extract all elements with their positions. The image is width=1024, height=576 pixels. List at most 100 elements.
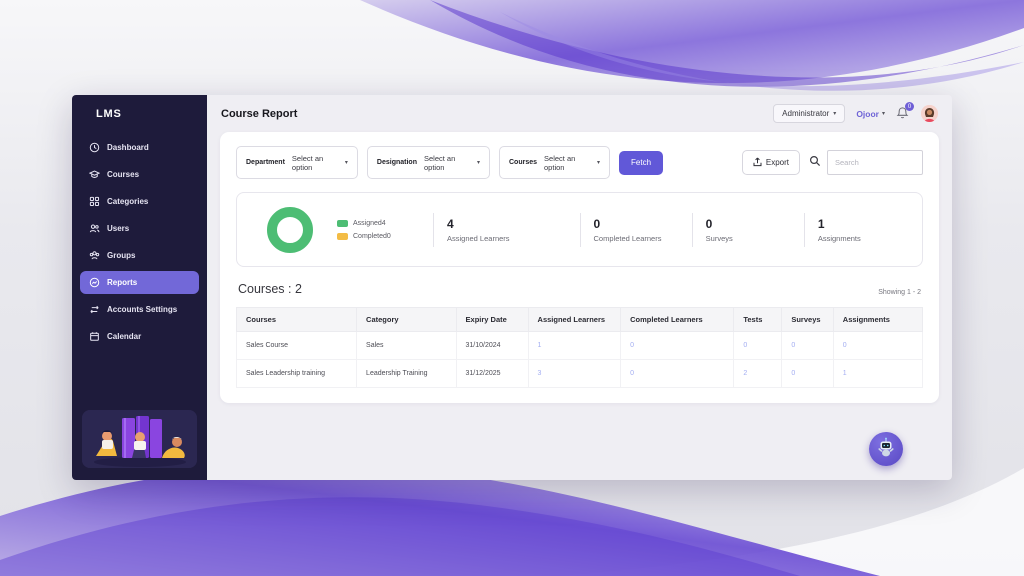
stat-assigned-learners: 4 Assigned Learners: [433, 213, 580, 247]
cell-completed-learners-link[interactable]: 0: [621, 360, 734, 388]
sidebar-item-dashboard[interactable]: Dashboard: [80, 136, 199, 159]
sidebar-item-accounts-settings[interactable]: Accounts Settings: [80, 298, 199, 321]
topbar-actions: Administrator ▾ Ojoor ▾ 0: [773, 104, 938, 123]
sidebar-nav: Dashboard Courses Categories Users Group…: [72, 130, 207, 402]
col-header-category: Category: [357, 308, 456, 332]
cell-tests-link[interactable]: 2: [734, 360, 782, 388]
chevron-down-icon: ▾: [833, 111, 836, 117]
filter-label: Designation: [377, 159, 417, 166]
cell-category: Leadership Training: [357, 360, 456, 388]
groups-icon: [89, 250, 100, 261]
stat-assignments: 1 Assignments: [804, 213, 916, 247]
app-window: LMS Dashboard Courses Categories Users G…: [72, 95, 952, 480]
courses-table: Courses Category Expiry Date Assigned Le…: [236, 307, 923, 388]
legend-swatch-assigned: [337, 220, 348, 227]
cell-category: Sales: [357, 332, 456, 360]
chevron-down-icon: ▾: [597, 160, 600, 166]
sidebar-item-categories[interactable]: Categories: [80, 190, 199, 213]
export-button[interactable]: Export: [742, 150, 800, 175]
summary-stats-card: Assigned4 Completed0 4 Assigned Learners…: [236, 192, 923, 267]
sidebar-item-calendar[interactable]: Calendar: [80, 325, 199, 348]
chatbot-button[interactable]: [869, 432, 903, 466]
stat-completed-learners: 0 Completed Learners: [580, 213, 692, 247]
sidebar-item-label: Reports: [107, 278, 137, 287]
cell-surveys-link[interactable]: 0: [782, 332, 833, 360]
chevron-down-icon: ▾: [882, 111, 885, 117]
designation-select[interactable]: Designation Select an option ▾: [367, 146, 490, 179]
fetch-button[interactable]: Fetch: [619, 151, 663, 175]
sidebar-item-reports[interactable]: Reports: [80, 271, 199, 294]
filter-label: Courses: [509, 159, 537, 166]
sidebar-item-label: Groups: [107, 251, 135, 260]
legend-label: Assigned4: [353, 220, 386, 227]
search-input[interactable]: [827, 150, 923, 175]
courses-heading-row: Courses : 2 Showing 1 - 2: [238, 282, 921, 296]
page-title: Course Report: [221, 108, 297, 120]
filter-selected-value: Select an option: [544, 154, 590, 172]
search-icon: [809, 154, 821, 172]
legend-item: Assigned4: [337, 220, 425, 227]
department-select[interactable]: Department Select an option ▾: [236, 146, 358, 179]
users-icon: [89, 223, 100, 234]
cell-assigned-learners-link[interactable]: 3: [528, 360, 621, 388]
stat-label: Completed Learners: [594, 234, 692, 243]
sidebar: LMS Dashboard Courses Categories Users G…: [72, 95, 207, 480]
stat-value: 0: [594, 217, 692, 231]
cell-assignments-link[interactable]: 1: [833, 360, 922, 388]
clock-icon: [89, 142, 100, 153]
filter-label: Department: [246, 159, 285, 166]
cell-assigned-learners-link[interactable]: 1: [528, 332, 621, 360]
filter-selected-value: Select an option: [424, 154, 470, 172]
table-header-row: Courses Category Expiry Date Assigned Le…: [237, 308, 923, 332]
stat-value: 1: [818, 217, 916, 231]
legend-label: Completed0: [353, 233, 391, 240]
cell-surveys-link[interactable]: 0: [782, 360, 833, 388]
col-header-courses: Courses: [237, 308, 357, 332]
sidebar-item-groups[interactable]: Groups: [80, 244, 199, 267]
transfer-icon: [89, 304, 100, 315]
col-header-assigned-learners: Assigned Learners: [528, 308, 621, 332]
notification-count-badge: 0: [905, 102, 914, 111]
col-header-assignments: Assignments: [833, 308, 922, 332]
report-icon: [89, 277, 100, 288]
report-card: Department Select an option ▾ Designatio…: [220, 132, 939, 403]
avatar[interactable]: [921, 105, 938, 122]
sidebar-item-label: Calendar: [107, 332, 141, 341]
stat-surveys: 0 Surveys: [692, 213, 804, 247]
col-header-expiry-date: Expiry Date: [456, 308, 528, 332]
pagination-status: Showing 1 - 2: [878, 289, 921, 296]
donut-chart: [267, 207, 313, 253]
legend-item: Completed0: [337, 233, 425, 240]
sidebar-item-label: Users: [107, 224, 129, 233]
sidebar-item-courses[interactable]: Courses: [80, 163, 199, 186]
sidebar-item-label: Courses: [107, 170, 139, 179]
chart-legend: Assigned4 Completed0: [337, 220, 425, 240]
sidebar-illustration: [82, 410, 197, 468]
cell-completed-learners-link[interactable]: 0: [621, 332, 734, 360]
cell-expiry-date: 31/10/2024: [456, 332, 528, 360]
courses-select[interactable]: Courses Select an option ▾: [499, 146, 610, 179]
table-row: Sales Leadership training Leadership Tra…: [237, 360, 923, 388]
chevron-down-icon: ▾: [477, 160, 480, 166]
role-dropdown[interactable]: Administrator ▾: [773, 104, 845, 123]
notifications-button[interactable]: 0: [896, 106, 910, 121]
robot-icon: [875, 436, 897, 463]
user-name: Ojoor: [856, 109, 879, 119]
filter-row: Department Select an option ▾ Designatio…: [236, 146, 923, 179]
cell-tests-link[interactable]: 0: [734, 332, 782, 360]
sidebar-item-users[interactable]: Users: [80, 217, 199, 240]
filter-selected-value: Select an option: [292, 154, 338, 172]
chevron-down-icon: ▾: [345, 160, 348, 166]
graduation-cap-icon: [89, 169, 100, 180]
stat-label: Assigned Learners: [447, 234, 580, 243]
legend-swatch-completed: [337, 233, 348, 240]
sidebar-item-label: Accounts Settings: [107, 305, 177, 314]
content-area: Department Select an option ▾ Designatio…: [207, 132, 952, 480]
stat-value: 4: [447, 217, 580, 231]
cell-course-name: Sales Course: [237, 332, 357, 360]
table-row: Sales Course Sales 31/10/2024 1 0 0 0 0: [237, 332, 923, 360]
stat-value: 0: [706, 217, 804, 231]
cell-assignments-link[interactable]: 0: [833, 332, 922, 360]
user-menu[interactable]: Ojoor ▾: [856, 109, 885, 119]
calendar-icon: [89, 331, 100, 342]
